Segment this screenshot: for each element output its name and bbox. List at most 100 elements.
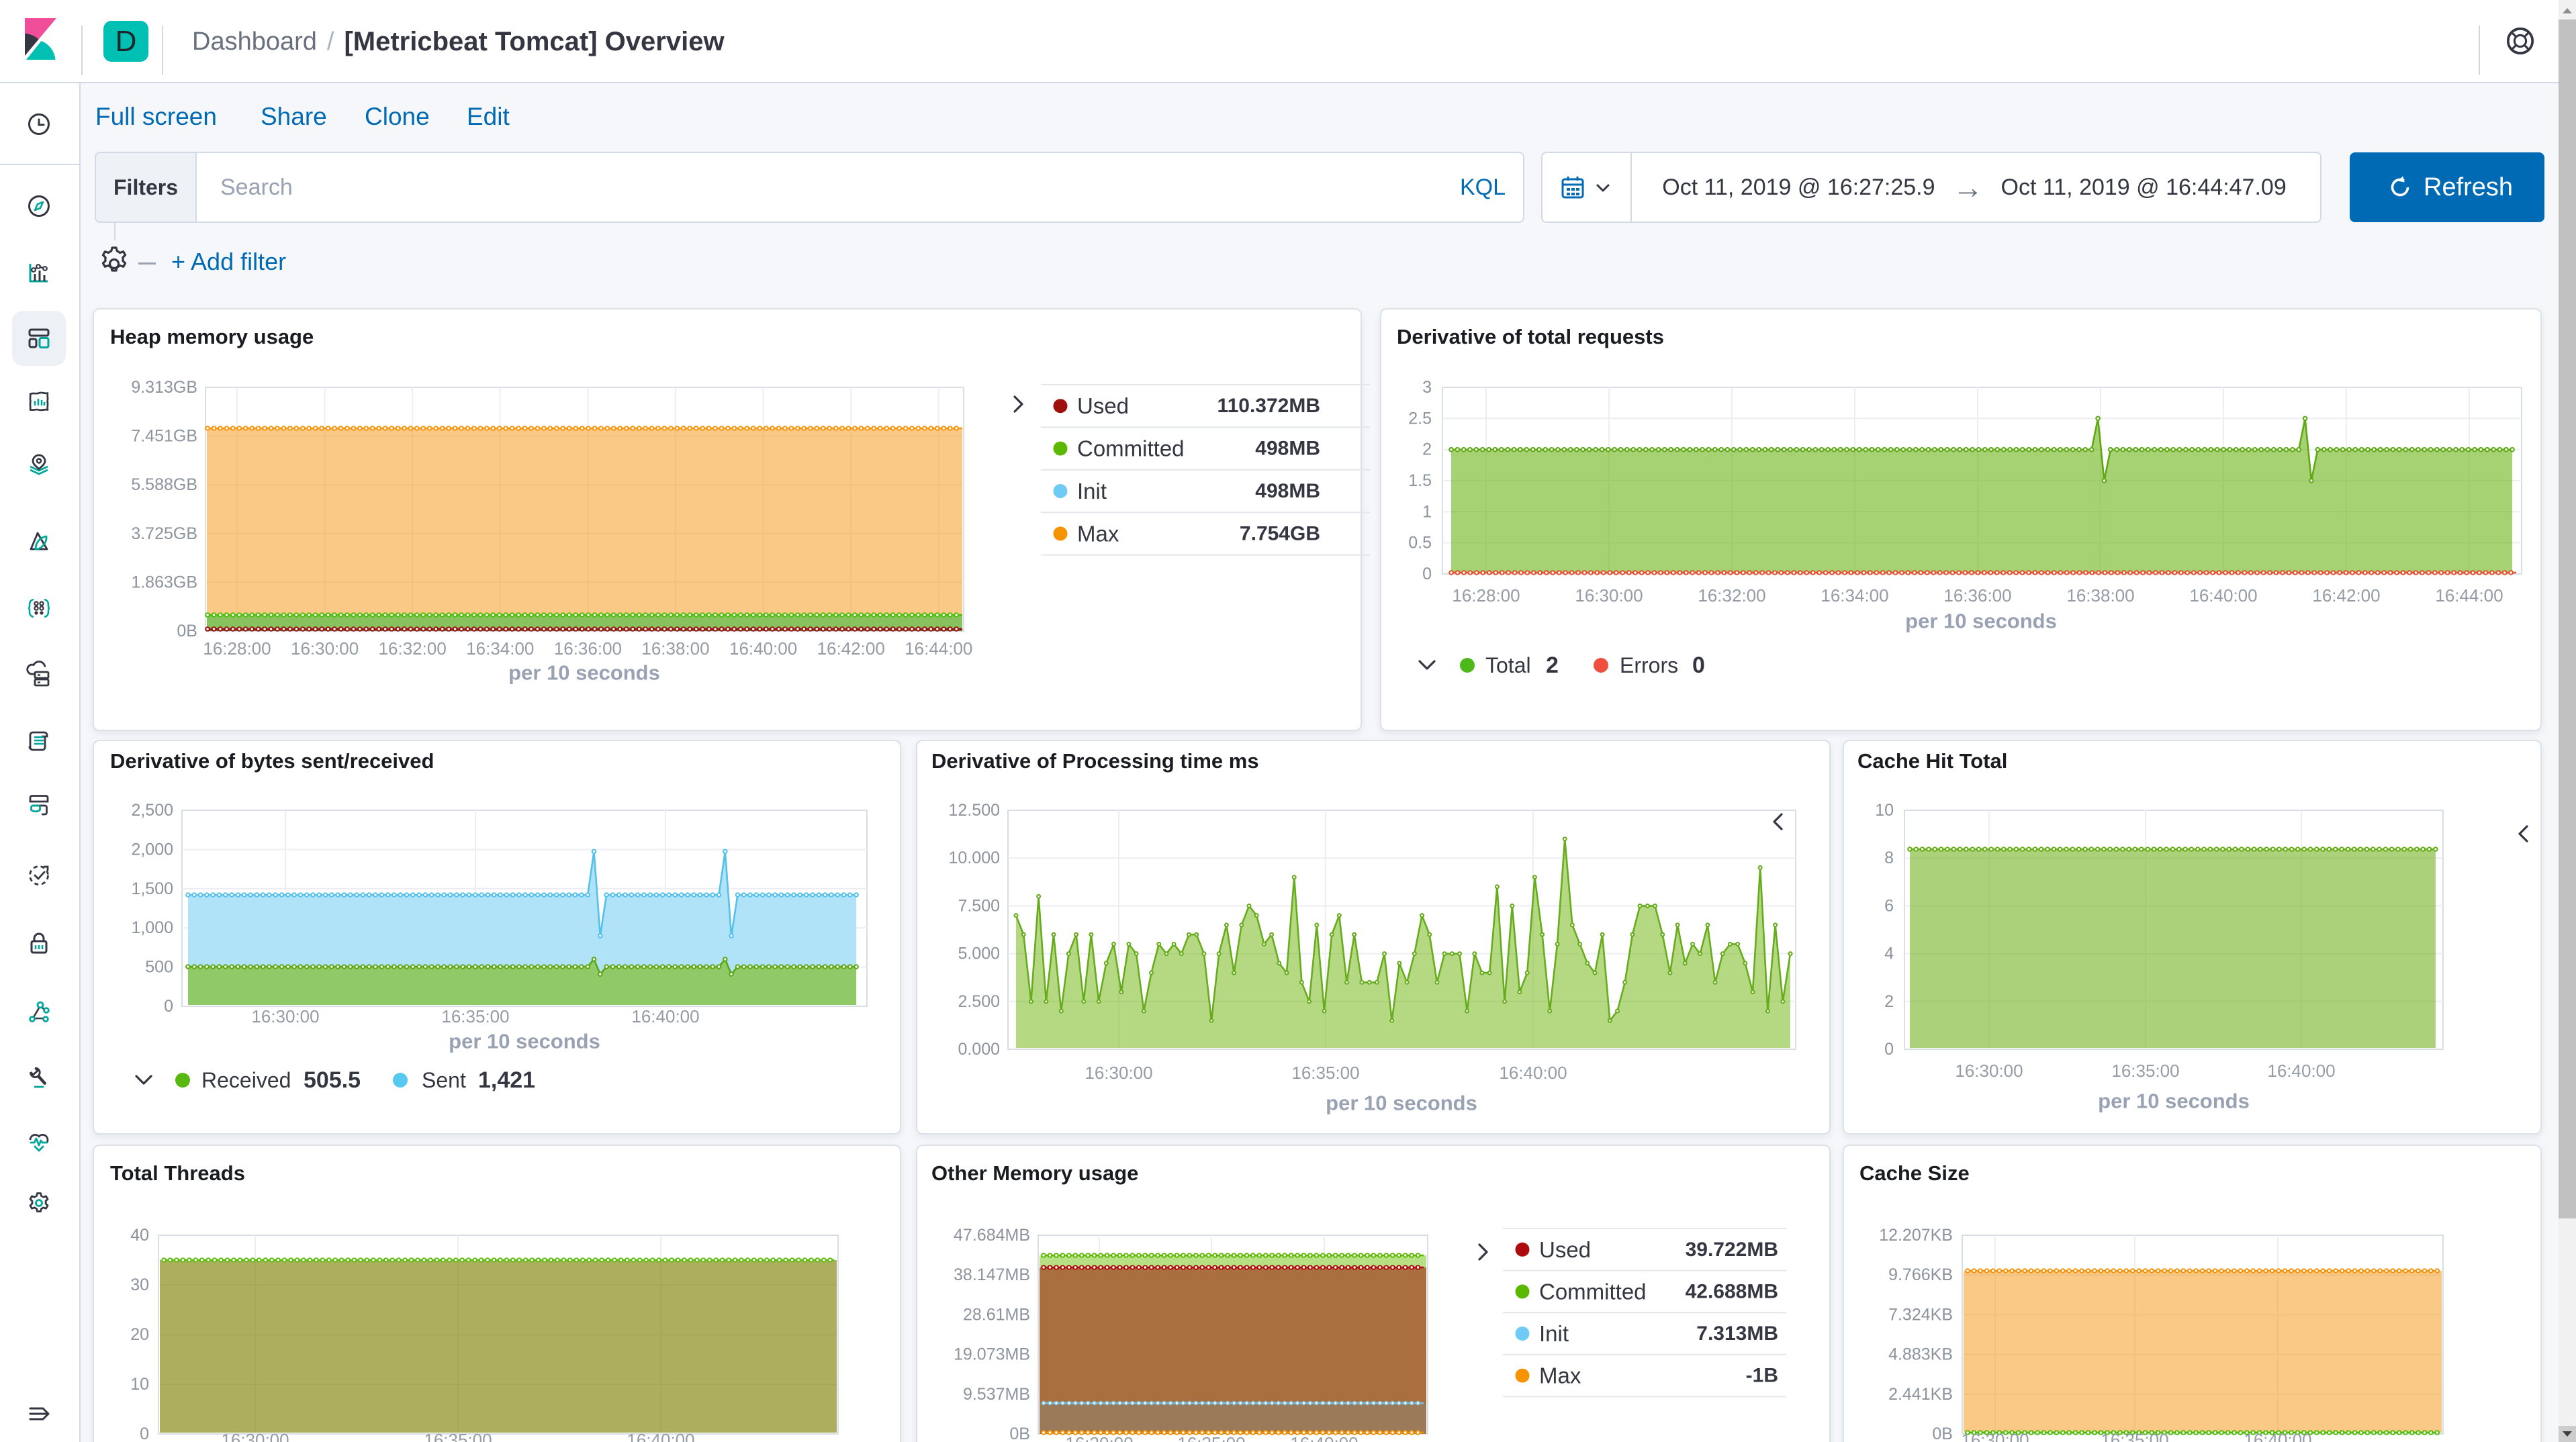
svg-text:2.500: 2.500 xyxy=(958,992,1000,1011)
svg-text:47.684MB: 47.684MB xyxy=(954,1226,1030,1245)
svg-text:28.61MB: 28.61MB xyxy=(963,1305,1030,1324)
svg-text:Cache Size: Cache Size xyxy=(1859,1161,1970,1185)
svg-text:Sent: Sent xyxy=(422,1068,466,1092)
svg-text:Committed: Committed xyxy=(1077,436,1185,461)
svg-text:500: 500 xyxy=(145,958,173,977)
svg-text:30: 30 xyxy=(130,1276,149,1294)
svg-text:0: 0 xyxy=(1884,1040,1894,1059)
svg-text:16:40:00: 16:40:00 xyxy=(627,1430,694,1442)
svg-text:16:32:00: 16:32:00 xyxy=(379,638,447,659)
svg-text:Max: Max xyxy=(1539,1363,1581,1388)
svg-text:per 10 seconds: per 10 seconds xyxy=(508,661,660,685)
svg-text:0: 0 xyxy=(164,997,173,1016)
svg-text:20: 20 xyxy=(130,1325,149,1344)
svg-text:16:40:00: 16:40:00 xyxy=(2189,585,2257,606)
svg-text:Cache Hit Total: Cache Hit Total xyxy=(1857,749,2007,773)
svg-text:Errors: Errors xyxy=(1620,653,1678,677)
svg-text:4.883KB: 4.883KB xyxy=(1888,1345,1953,1364)
svg-text:Heap memory usage: Heap memory usage xyxy=(110,325,314,348)
svg-text:2,000: 2,000 xyxy=(131,840,173,859)
svg-text:Derivative of bytes sent/recei: Derivative of bytes sent/received xyxy=(110,749,434,773)
svg-text:16:35:00: 16:35:00 xyxy=(2111,1061,2179,1081)
svg-text:0: 0 xyxy=(1692,653,1705,678)
svg-text:9.766KB: 9.766KB xyxy=(1888,1265,1953,1284)
svg-text:39.722MB: 39.722MB xyxy=(1686,1239,1778,1261)
svg-text:16:38:00: 16:38:00 xyxy=(2066,585,2134,606)
svg-text:16:40:00: 16:40:00 xyxy=(1290,1433,1358,1442)
svg-text:0.000: 0.000 xyxy=(958,1040,1000,1059)
svg-text:16:30:00: 16:30:00 xyxy=(1961,1430,2029,1442)
svg-text:16:30:00: 16:30:00 xyxy=(291,638,359,659)
svg-text:16:36:00: 16:36:00 xyxy=(554,638,622,659)
svg-text:9.537MB: 9.537MB xyxy=(963,1385,1030,1404)
svg-text:10: 10 xyxy=(130,1375,149,1394)
svg-text:16:35:00: 16:35:00 xyxy=(441,1006,509,1026)
svg-text:2.441KB: 2.441KB xyxy=(1888,1385,1953,1404)
svg-text:498MB: 498MB xyxy=(1255,480,1320,502)
svg-text:Received: Received xyxy=(201,1068,291,1092)
svg-text:7.313MB: 7.313MB xyxy=(1696,1323,1778,1345)
svg-text:-1B: -1B xyxy=(1746,1365,1778,1387)
svg-text:Derivative of Processing time: Derivative of Processing time ms xyxy=(931,749,1259,773)
svg-text:per 10 seconds: per 10 seconds xyxy=(1326,1092,1477,1115)
svg-text:2: 2 xyxy=(1546,653,1559,678)
svg-text:9.313GB: 9.313GB xyxy=(131,378,197,397)
svg-text:1.5: 1.5 xyxy=(1408,471,1432,490)
svg-text:Other Memory usage: Other Memory usage xyxy=(931,1161,1138,1185)
svg-text:2: 2 xyxy=(1884,992,1894,1011)
svg-text:19.073MB: 19.073MB xyxy=(954,1345,1030,1364)
svg-text:Total: Total xyxy=(1485,653,1531,677)
svg-text:16:40:00: 16:40:00 xyxy=(631,1006,699,1026)
svg-text:2,500: 2,500 xyxy=(131,801,173,820)
svg-text:16:30:00: 16:30:00 xyxy=(1575,585,1643,606)
svg-text:1: 1 xyxy=(1422,502,1432,521)
svg-text:7.451GB: 7.451GB xyxy=(131,427,197,446)
svg-text:16:42:00: 16:42:00 xyxy=(2312,585,2380,606)
svg-text:1.863GB: 1.863GB xyxy=(131,573,197,591)
svg-text:16:42:00: 16:42:00 xyxy=(817,638,885,659)
svg-text:Derivative of total requests: Derivative of total requests xyxy=(1397,325,1664,348)
svg-text:16:38:00: 16:38:00 xyxy=(641,638,709,659)
svg-text:5.588GB: 5.588GB xyxy=(131,475,197,494)
svg-text:6: 6 xyxy=(1884,896,1894,915)
svg-text:per 10 seconds: per 10 seconds xyxy=(2098,1090,2250,1113)
svg-text:38.147MB: 38.147MB xyxy=(954,1265,1030,1284)
svg-text:2.5: 2.5 xyxy=(1408,409,1432,428)
svg-text:0B: 0B xyxy=(1932,1425,1953,1442)
svg-text:0B: 0B xyxy=(177,622,197,640)
svg-text:Init: Init xyxy=(1539,1321,1569,1346)
svg-text:7.500: 7.500 xyxy=(958,896,1000,915)
svg-text:16:35:00: 16:35:00 xyxy=(1177,1433,1245,1442)
svg-text:1,421: 1,421 xyxy=(478,1067,535,1093)
svg-text:16:35:00: 16:35:00 xyxy=(2101,1430,2168,1442)
svg-text:16:40:00: 16:40:00 xyxy=(1499,1063,1567,1083)
svg-text:Total Threads: Total Threads xyxy=(110,1161,245,1185)
svg-text:40: 40 xyxy=(130,1226,149,1245)
svg-text:16:36:00: 16:36:00 xyxy=(1943,585,2011,606)
svg-text:16:35:00: 16:35:00 xyxy=(1291,1063,1359,1083)
svg-text:0.5: 0.5 xyxy=(1408,534,1432,552)
svg-text:Used: Used xyxy=(1539,1237,1591,1262)
svg-text:498MB: 498MB xyxy=(1255,438,1320,460)
svg-text:16:34:00: 16:34:00 xyxy=(1821,585,1888,606)
svg-text:12.207KB: 12.207KB xyxy=(1879,1226,1953,1245)
svg-text:16:30:00: 16:30:00 xyxy=(1955,1061,2023,1081)
svg-text:110.372MB: 110.372MB xyxy=(1217,395,1320,417)
svg-text:16:30:00: 16:30:00 xyxy=(221,1430,289,1442)
svg-text:5.000: 5.000 xyxy=(958,945,1000,963)
svg-text:505.5: 505.5 xyxy=(304,1067,361,1093)
svg-text:16:30:00: 16:30:00 xyxy=(1085,1063,1152,1083)
svg-text:3.725GB: 3.725GB xyxy=(131,524,197,543)
svg-text:10: 10 xyxy=(1875,801,1894,820)
svg-text:1,000: 1,000 xyxy=(131,918,173,937)
svg-text:2: 2 xyxy=(1422,440,1432,459)
svg-text:16:28:00: 16:28:00 xyxy=(203,638,271,659)
svg-text:16:44:00: 16:44:00 xyxy=(905,638,972,659)
svg-text:16:30:00: 16:30:00 xyxy=(1065,1433,1133,1442)
svg-text:8: 8 xyxy=(1884,849,1894,867)
svg-text:7.324KB: 7.324KB xyxy=(1888,1305,1953,1324)
svg-text:per 10 seconds: per 10 seconds xyxy=(1905,610,2057,633)
svg-text:per 10 seconds: per 10 seconds xyxy=(449,1030,600,1053)
svg-text:16:28:00: 16:28:00 xyxy=(1452,585,1520,606)
svg-text:0B: 0B xyxy=(1009,1425,1030,1442)
